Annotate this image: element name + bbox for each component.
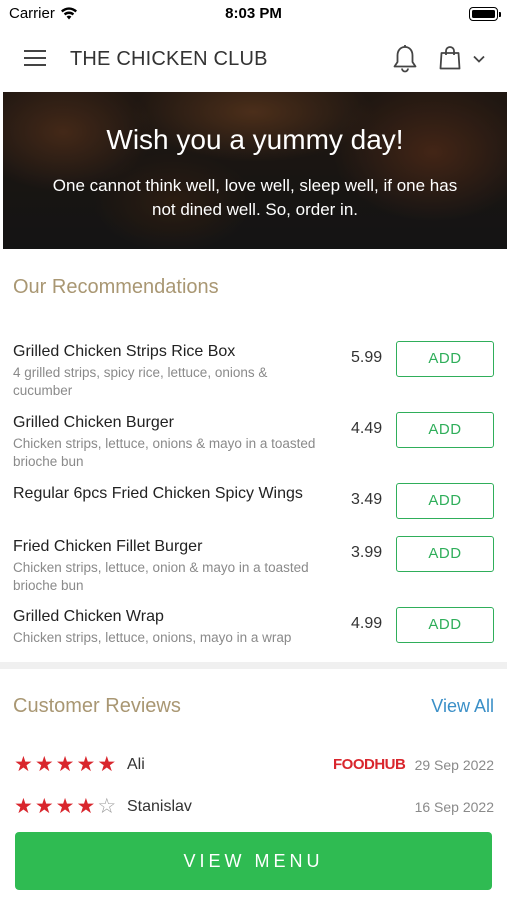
foodhub-logo: FOODHUB — [333, 756, 406, 773]
reviewer-name: Stanislav — [127, 798, 192, 815]
app-header: THE CHICKEN CLUB — [0, 28, 507, 92]
chevron-down-icon[interactable] — [472, 54, 486, 64]
item-price: 3.49 — [351, 491, 383, 508]
star-filled-icon: ★ — [14, 753, 33, 776]
status-time: 8:03 PM — [225, 5, 282, 22]
item-description: Chicken strips, lettuce, onions & mayo i… — [13, 435, 343, 471]
star-filled-icon: ★ — [97, 753, 117, 776]
item-price: 5.99 — [351, 349, 383, 366]
add-button[interactable]: ADD — [396, 607, 494, 643]
review-row: ★ ★ ★ ★ ★ Ali FOODHUB 29 Sep 2022 — [0, 753, 507, 777]
star-filled-icon: ★ — [55, 795, 75, 818]
item-description-line: brioche bun — [13, 578, 84, 593]
star-filled-icon: ★ — [55, 753, 75, 776]
hero-title: Wish you a yummy day! — [106, 124, 404, 155]
recommendations-heading: Our Recommendations — [13, 276, 219, 298]
hamburger-menu-icon[interactable] — [24, 50, 46, 66]
item-description-line: Chicken strips, lettuce, onions, mayo in… — [13, 630, 292, 645]
item-description: Chicken strips, lettuce, onions, mayo in… — [13, 629, 343, 647]
item-price: 4.49 — [351, 420, 383, 437]
add-button[interactable]: ADD — [396, 536, 494, 572]
app-title: THE CHICKEN CLUB — [70, 48, 268, 70]
item-description-line: brioche bun — [13, 454, 84, 469]
review-date: 29 Sep 2022 — [414, 757, 494, 773]
view-all-link[interactable]: View All — [431, 696, 494, 717]
star-filled-icon: ★ — [34, 753, 54, 776]
add-button[interactable]: ADD — [396, 483, 494, 519]
item-price: 4.99 — [351, 615, 383, 632]
bell-icon[interactable] — [391, 44, 419, 74]
hero-subtitle-line: not dined well. So, order in. — [151, 200, 358, 219]
star-empty-icon: ☆ — [97, 795, 117, 818]
star-rating: ★ ★ ★ ★ ★ — [14, 753, 116, 777]
hero-subtitle-line: One cannot think well, love well, sleep … — [52, 176, 458, 195]
review-row: ★ ★ ★ ★ ☆ Stanislav 16 Sep 2022 — [0, 795, 507, 819]
item-description-line: 4 grilled strips, spicy rice, lettuce, o… — [13, 365, 268, 380]
add-button[interactable]: ADD — [396, 341, 494, 377]
review-date: 16 Sep 2022 — [414, 799, 494, 815]
item-name: Fried Chicken Fillet Burger — [13, 538, 203, 555]
star-filled-icon: ★ — [14, 795, 33, 818]
item-name: Grilled Chicken Burger — [13, 414, 174, 431]
section-divider — [0, 662, 507, 669]
item-description-line: cucumber — [13, 383, 73, 398]
item-name: Regular 6pcs Fried Chicken Spicy Wings — [13, 485, 303, 502]
item-description-line: Chicken strips, lettuce, onion & mayo in… — [13, 560, 309, 575]
view-menu-button[interactable]: VIEW MENU — [15, 832, 492, 890]
item-description: Chicken strips, lettuce, onion & mayo in… — [13, 559, 343, 595]
hero-banner: Wish you a yummy day! One cannot think w… — [3, 92, 507, 249]
status-bar: Carrier 8:03 PM — [0, 0, 507, 28]
star-rating: ★ ★ ★ ★ ☆ — [14, 795, 116, 819]
reviewer-name: Ali — [127, 756, 145, 773]
item-description-line: Chicken strips, lettuce, onions & mayo i… — [13, 436, 316, 451]
item-price: 3.99 — [351, 544, 383, 561]
item-description: 4 grilled strips, spicy rice, lettuce, o… — [13, 364, 343, 400]
star-filled-icon: ★ — [34, 795, 54, 818]
item-name: Grilled Chicken Strips Rice Box — [13, 343, 236, 360]
customer-reviews-heading: Customer Reviews — [13, 695, 181, 717]
add-button[interactable]: ADD — [396, 412, 494, 448]
item-name: Grilled Chicken Wrap — [13, 608, 164, 625]
shopping-bag-icon[interactable] — [439, 45, 461, 71]
hero-subtitle: One cannot think well, love well, sleep … — [23, 174, 487, 222]
battery-icon — [469, 7, 501, 21]
star-filled-icon: ★ — [76, 795, 96, 818]
star-filled-icon: ★ — [76, 753, 96, 776]
